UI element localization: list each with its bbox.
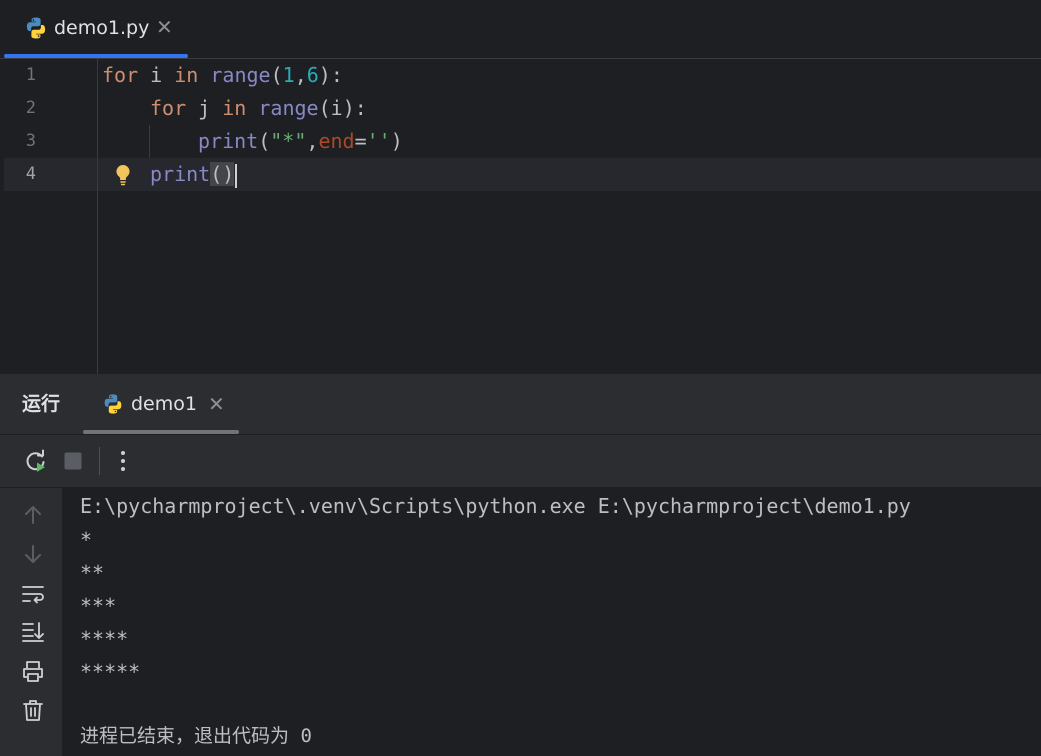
toolbar-separator: [99, 447, 100, 475]
close-icon[interactable]: ✕: [208, 393, 225, 415]
line-number: 3: [25, 131, 36, 151]
code-editor[interactable]: 1 2 3 4 for i in range(1,6): for j in ra…: [0, 59, 1041, 374]
lightbulb-icon[interactable]: [113, 163, 133, 187]
string-literal: "*": [270, 129, 307, 153]
arrow-down-icon[interactable]: [21, 542, 45, 566]
code-line-4: print(): [150, 158, 238, 191]
punctuation: ):: [318, 63, 343, 87]
line-number: 1: [25, 65, 36, 85]
line-number-current: 4: [25, 164, 36, 184]
keyword: in: [174, 63, 199, 87]
console-output-line: ***: [80, 594, 117, 618]
console-output-line: *****: [80, 660, 141, 684]
editor-tab-label: demo1.py: [54, 17, 150, 39]
print-icon[interactable]: [21, 659, 45, 683]
trash-icon[interactable]: [21, 698, 45, 722]
punctuation: ,: [306, 129, 319, 153]
soft-wrap-icon[interactable]: [21, 582, 45, 606]
number-literal: 6: [306, 63, 319, 87]
builtin-function: range: [258, 96, 319, 120]
scroll-to-end-icon[interactable]: [21, 620, 45, 644]
console-output-line: **: [80, 561, 105, 585]
punctuation: =: [354, 129, 367, 153]
text-caret: [235, 163, 238, 188]
arrow-up-icon[interactable]: [21, 503, 45, 527]
editor-tab-bar: demo1.py ✕: [0, 0, 1041, 58]
gutter-separator: [97, 59, 98, 374]
number-literal: 1: [282, 63, 295, 87]
builtin-function: print: [198, 129, 259, 153]
keyword: for: [150, 96, 187, 120]
code-line-2: for j in range(i):: [150, 92, 367, 125]
run-tool-window-header: 运行 demo1 ✕: [0, 374, 1041, 434]
punctuation: ): [390, 129, 403, 153]
more-vertical-icon[interactable]: [119, 449, 127, 473]
keyword: for: [102, 63, 139, 87]
run-toolbar: [0, 435, 1041, 487]
run-tool-window-title: 运行: [22, 393, 61, 415]
console-output-line: ****: [80, 627, 129, 651]
close-icon[interactable]: ✕: [156, 16, 173, 38]
punctuation: (: [270, 63, 283, 87]
punctuation: ,: [294, 63, 307, 87]
rerun-icon[interactable]: [23, 449, 49, 475]
process-exit-message: 进程已结束，退出代码为 0: [80, 725, 312, 747]
builtin-function: range: [210, 63, 271, 87]
editor-tab-demo1-py[interactable]: demo1.py ✕: [4, 0, 188, 58]
matched-parens: (): [210, 162, 235, 186]
keyword: in: [222, 96, 247, 120]
console-side-toolbar: [0, 488, 62, 756]
run-tab-demo1[interactable]: demo1 ✕: [82, 374, 240, 434]
identifier: i: [138, 63, 175, 87]
code-line-1: for i in range(1,6):: [102, 59, 343, 92]
punctuation: (: [258, 129, 271, 153]
stop-icon[interactable]: [64, 452, 82, 470]
code-line-3: print("*",end=''): [198, 125, 403, 158]
identifier: j: [186, 96, 223, 120]
console-output[interactable]: E:\pycharmproject\.venv\Scripts\python.e…: [62, 488, 1041, 756]
console-output-line: *: [80, 528, 93, 552]
indent-guide: [149, 125, 150, 158]
keyword-argument: end: [318, 129, 355, 153]
run-tab-label: demo1: [131, 393, 197, 415]
console-command-line: E:\pycharmproject\.venv\Scripts\python.e…: [80, 494, 911, 518]
string-literal: '': [366, 129, 391, 153]
line-number: 2: [25, 98, 36, 118]
python-icon: [24, 16, 48, 40]
builtin-function: print: [150, 162, 211, 186]
python-icon: [102, 393, 124, 415]
punctuation: (i):: [318, 96, 367, 120]
